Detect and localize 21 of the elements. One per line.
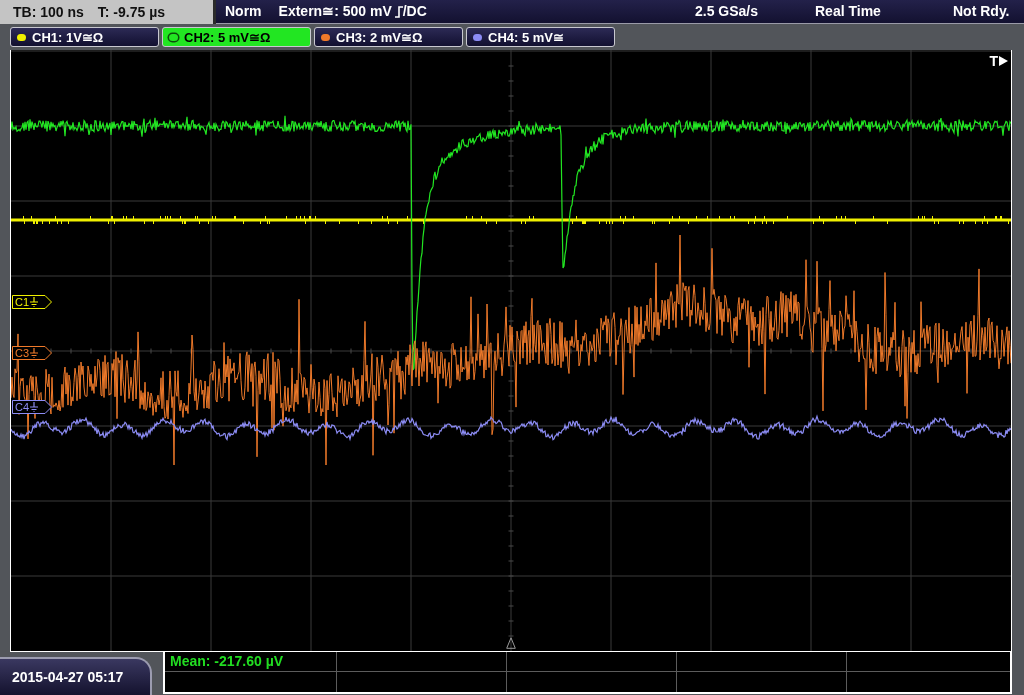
acquisition-status-label: Not Rdy. bbox=[953, 2, 1010, 21]
channel-button[interactable]: CH1: 1V≅Ω bbox=[10, 27, 159, 47]
sample-rate-label: 2.5 GSa/s bbox=[695, 2, 759, 21]
marker-label: C1 bbox=[15, 296, 30, 308]
trigger-mode-label: Norm bbox=[225, 2, 262, 21]
marker-label: C4 bbox=[15, 401, 30, 413]
table-cell: Mean: -217.60 µV bbox=[165, 652, 337, 672]
trigger-offset-readout: T: -9.75 µs bbox=[97, 2, 166, 22]
trigger-coupling-label: /DC bbox=[402, 2, 427, 21]
right-pointer-icon bbox=[999, 56, 1008, 66]
trigger-marker-icon bbox=[506, 637, 516, 649]
channel-button[interactable]: CH2: 5 mV≅Ω bbox=[162, 27, 311, 47]
date-time-label: 2015-04-27 05:17 bbox=[0, 657, 152, 695]
rising-edge-icon bbox=[394, 5, 403, 18]
trigger-source-label: Extern≅: 500 mV bbox=[278, 2, 392, 21]
channel-button[interactable]: CH3: 2 mV≅Ω bbox=[314, 27, 463, 47]
trigger-position-label: T bbox=[989, 54, 998, 68]
timebase-readout: TB: 100 ns bbox=[13, 2, 84, 22]
channel-button[interactable]: CH4: 5 mV≅ bbox=[466, 27, 615, 47]
marker-label: C3 bbox=[15, 347, 30, 359]
acquisition-mode-label: Real Time bbox=[815, 2, 881, 21]
